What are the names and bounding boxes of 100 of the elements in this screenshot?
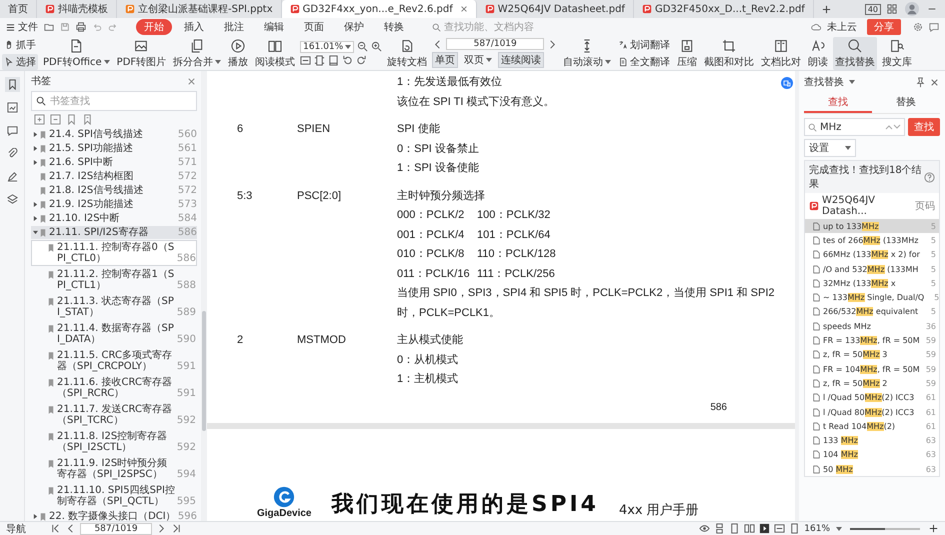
menu-tab[interactable]: 插入 [176, 19, 212, 35]
translate-icon[interactable] [781, 77, 793, 89]
navigation-button[interactable]: 导航 [6, 522, 26, 535]
bookmark-item[interactable]: 21.11.1. 控制寄存器0（SPI_CTL0） 586 [31, 240, 197, 266]
view-mode-button[interactable]: 单页 [432, 52, 458, 68]
fit-width-icon[interactable] [300, 54, 312, 66]
play-icon[interactable] [759, 523, 770, 534]
caret-icon[interactable] [836, 526, 842, 530]
bookmark-item[interactable]: 21.4. SPI信号线描述 560 [31, 128, 197, 141]
zoom-field[interactable]: 161.01% [300, 40, 354, 52]
file-menu[interactable]: 文件 [6, 20, 38, 34]
menu-tab[interactable]: 批注 [216, 19, 252, 35]
bookmark-item[interactable]: 21.8. I2S信号线描述 572 [31, 184, 197, 197]
zoom-level[interactable]: 161% [804, 524, 830, 534]
zoom-in-icon[interactable] [928, 523, 939, 534]
expand-arrow-icon[interactable] [33, 132, 38, 137]
share-button[interactable]: 分享 [867, 19, 901, 35]
pin-icon[interactable] [915, 76, 926, 88]
menu-tab[interactable]: 页面 [296, 19, 332, 35]
tool-button[interactable]: 文档比对 [759, 36, 804, 70]
rotate-left-icon[interactable] [342, 54, 354, 66]
panel-title[interactable]: 查找替换 [804, 75, 844, 89]
bookmark-item[interactable]: 21.11.2. 控制寄存器1（SPI_CTL1） 588 [31, 267, 197, 293]
tool-button[interactable]: 拆分合并 [171, 36, 224, 70]
search-result[interactable]: up to 133MHz 5 [805, 219, 939, 234]
cloud-status[interactable]: 未上云 [827, 20, 857, 34]
search-result[interactable]: z, fR = 50MHz 3 59 [805, 348, 939, 362]
book-icon[interactable] [744, 523, 756, 534]
caret-icon[interactable] [849, 80, 855, 84]
close-icon[interactable] [460, 5, 468, 13]
panel-tab[interactable]: 查找 [804, 93, 872, 113]
find-field[interactable]: MHz [804, 118, 905, 136]
menu-tab[interactable]: 编辑 [256, 19, 292, 35]
actual-size-icon[interactable] [328, 54, 340, 66]
bookmark-item[interactable]: 21.9. I2S功能描述 573 [31, 198, 197, 211]
expand-arrow-icon[interactable] [33, 160, 38, 165]
page-field[interactable]: 587/1019 [80, 522, 152, 534]
search-result[interactable]: z, fR = 50MHz 2 59 [805, 376, 939, 391]
search-result[interactable]: FR = 133MHz, fR = 50M 59 [805, 333, 939, 348]
help-icon[interactable] [924, 172, 935, 182]
avatar-icon[interactable] [905, 2, 919, 16]
tool-button[interactable]: 朗读 [806, 36, 830, 70]
search-result[interactable]: 32MHz (133MHz x 5 [805, 276, 939, 290]
search-result[interactable]: l /Quad 50MHz(2) ICC3 61 [805, 390, 939, 405]
zoom-out-icon[interactable] [357, 41, 368, 52]
first-page-icon[interactable] [50, 523, 61, 534]
search-result[interactable]: FR = 104MHz, fR = 50M 59 [805, 362, 939, 376]
save-icon[interactable] [60, 22, 70, 32]
menu-tab[interactable]: 保护 [336, 19, 372, 35]
search-result[interactable]: 133 MHz 63 [805, 433, 939, 448]
expand-arrow-icon[interactable] [33, 202, 38, 207]
tool-button[interactable]: 截图和对比 [702, 36, 756, 70]
thumbnail-icon[interactable] [4, 100, 20, 115]
zoom-in-icon[interactable] [371, 41, 382, 52]
bookmark-item[interactable]: 21.11.8. I2S控制寄存器（SPI_I2SCTL） 592 [31, 429, 197, 455]
single-page-icon[interactable] [729, 523, 740, 534]
search-result[interactable]: 104 MHz 63 [805, 448, 939, 462]
tool-button[interactable]: 旋转文档 [385, 36, 430, 70]
menu-tab[interactable]: 转换 [376, 19, 412, 35]
rotate-right-icon[interactable] [356, 54, 368, 66]
last-page-icon[interactable] [171, 523, 182, 534]
tool-button[interactable]: 划词翻译 [616, 36, 672, 52]
tool-button[interactable]: 自动滚动 [561, 36, 614, 70]
close-icon[interactable] [186, 76, 197, 86]
tool-button[interactable]: 选择 [2, 54, 38, 70]
search-result[interactable]: 266/532MHz equivalent 5 [805, 304, 939, 320]
search-result[interactable]: l /Quad 80MHz(2) ICC3 61 [805, 404, 939, 420]
bookmark-item[interactable]: 21.11. SPI/I2S寄存器 586 [31, 226, 197, 239]
settings-dropdown[interactable]: 设置 [804, 139, 856, 157]
comment-icon[interactable] [929, 22, 939, 32]
tool-button[interactable]: PDF转图片 [114, 36, 168, 70]
window-count-badge[interactable]: 40 [864, 4, 881, 14]
settings-icon[interactable] [913, 22, 923, 32]
search-result[interactable]: 50 MHz 63 [805, 462, 939, 476]
bookmark-item[interactable]: 21.5. SPI功能描述 561 [31, 142, 197, 155]
search-result[interactable]: /O and 532MHz (133MH 5 [805, 262, 939, 276]
grid-icon[interactable] [887, 4, 897, 14]
file-name[interactable]: W25Q64JV Datash... [822, 195, 909, 217]
fit-width-icon[interactable] [774, 523, 786, 534]
tool-button[interactable]: 全文翻译 [616, 54, 672, 70]
tool-button[interactable]: 搜文库 [880, 36, 914, 70]
close-icon[interactable] [929, 76, 940, 88]
bookmark-item[interactable]: 21.10. I2S中断 584 [31, 212, 197, 225]
bookmark-item[interactable]: 22. 数字摄像头接口（DCI） 596 [31, 510, 197, 523]
fit-page-icon[interactable] [314, 54, 326, 66]
remove-bookmark-icon[interactable] [50, 114, 61, 125]
tool-button[interactable]: 查找替换 [833, 36, 878, 70]
search-result[interactable]: t Read 104MHz(2) 61 [805, 419, 939, 434]
bookmark-item[interactable]: 21.11.10. SPI5四线SPI控制寄存器（SPI_QCTL） 595 [31, 483, 197, 509]
tool-button[interactable]: 抓手 [2, 36, 38, 52]
add-bookmark-icon[interactable] [34, 114, 45, 125]
bookmark-item[interactable]: 21.11.4. 数据寄存器（SPI_DATA） 590 [31, 321, 197, 347]
expand-arrow-icon[interactable] [33, 230, 38, 235]
folder-icon[interactable] [44, 22, 54, 32]
panel-tab[interactable]: 替换 [872, 93, 940, 113]
scrollbar-thumb[interactable] [202, 311, 206, 431]
find-button[interactable]: 查找 [908, 118, 940, 136]
search-result[interactable]: speeds MHz 36 [805, 319, 939, 334]
page-field[interactable]: 587/1019 [446, 38, 544, 50]
tool-button[interactable]: 压缩 [675, 36, 700, 70]
